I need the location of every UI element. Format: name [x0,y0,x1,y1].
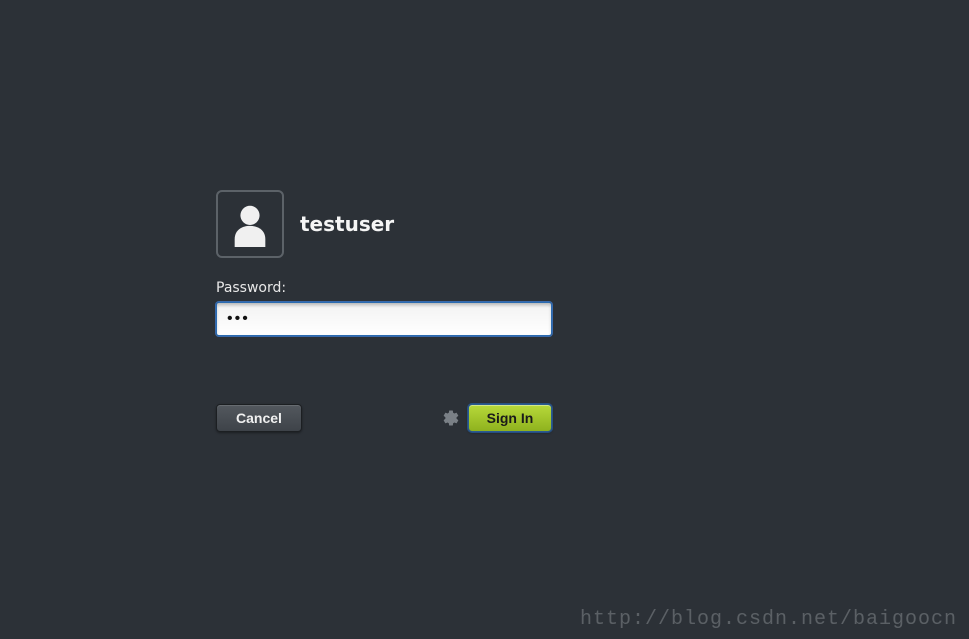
password-label: Password: [216,280,556,296]
signin-group: Sign In [442,404,552,432]
avatar [216,190,284,258]
button-row: Cancel Sign In [216,404,552,432]
gear-icon[interactable] [442,409,460,427]
login-panel: testuser Password: Cancel Sign In [216,190,556,432]
username-label: testuser [300,212,394,236]
watermark-text: http://blog.csdn.net/baigoocn [580,608,957,631]
password-input[interactable] [216,302,552,336]
user-icon [227,201,273,247]
user-row: testuser [216,190,556,258]
signin-button[interactable]: Sign In [468,404,552,432]
cancel-button[interactable]: Cancel [216,404,302,432]
